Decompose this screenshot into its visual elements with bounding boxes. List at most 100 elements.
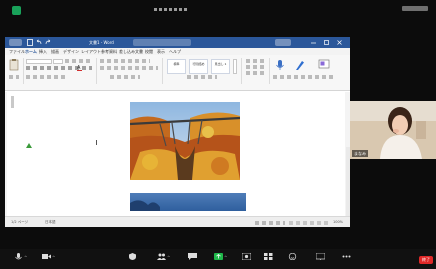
more-icon xyxy=(342,255,351,258)
ribbon-tabs: ファイル ホーム 挿入 描画 デザイン レイアウト 参考資料 差し込み文書 校閲… xyxy=(5,48,350,55)
video-options-chevron-icon[interactable]: ^ xyxy=(52,255,55,260)
divider xyxy=(269,58,270,84)
account-name[interactable] xyxy=(275,39,291,46)
security-button[interactable] xyxy=(128,253,140,265)
style-heading-1-label: 見出し 1 xyxy=(214,62,227,66)
reactions-button[interactable] xyxy=(288,253,300,265)
alignment-buttons[interactable] xyxy=(100,66,158,70)
autosave-toggle[interactable] xyxy=(9,39,22,46)
replace-button[interactable] xyxy=(246,65,264,69)
font-name-select[interactable] xyxy=(26,59,52,64)
search-box[interactable] xyxy=(133,39,191,46)
font-group-label xyxy=(26,75,66,79)
maximize-icon[interactable] xyxy=(324,40,329,45)
font-size-buttons[interactable] xyxy=(65,59,91,63)
whiteboard-icon xyxy=(316,253,325,260)
undo-icon[interactable] xyxy=(36,39,42,46)
home-ribbon: A 標準 行間詰め 見出し 1 xyxy=(5,55,350,91)
microphone-icon xyxy=(15,253,22,260)
participant-video[interactable]: まなみ xyxy=(350,101,436,159)
record-button[interactable] xyxy=(242,253,258,265)
second-photo[interactable] xyxy=(130,193,246,211)
participants-icon xyxy=(157,253,166,260)
meeting-info[interactable] xyxy=(154,8,188,11)
tab-mailings[interactable]: 差し込み文書 xyxy=(119,49,143,54)
styles-group-label xyxy=(187,75,217,79)
participants-chevron-icon[interactable]: ^ xyxy=(167,255,170,260)
tab-file[interactable]: ファイル xyxy=(9,49,25,54)
view-button[interactable] xyxy=(402,6,428,11)
font-format-buttons[interactable] xyxy=(26,66,92,70)
style-no-spacing-label: 行間詰め xyxy=(192,62,205,66)
redo-icon[interactable] xyxy=(45,39,51,46)
apps-button[interactable] xyxy=(264,253,274,265)
view-mode-buttons[interactable] xyxy=(255,221,285,225)
video-button[interactable]: ^ xyxy=(42,253,58,265)
style-heading-1[interactable]: 見出し 1 xyxy=(211,59,230,74)
camera-icon xyxy=(42,254,51,259)
tab-draw[interactable]: 描画 xyxy=(51,49,59,54)
second-image xyxy=(130,200,160,211)
tab-home[interactable]: ホーム xyxy=(25,49,37,54)
style-normal-label: 標準 xyxy=(173,62,180,66)
style-normal[interactable]: 標準 xyxy=(167,59,186,74)
end-meeting-button[interactable]: 終了 xyxy=(419,256,433,264)
paragraph-group-label xyxy=(110,75,140,79)
chat-button[interactable] xyxy=(188,253,200,265)
document-canvas xyxy=(5,92,350,227)
zoom-slider[interactable] xyxy=(289,221,329,225)
language-status[interactable]: 日本語 xyxy=(45,220,56,225)
share-screen-button[interactable]: ^ xyxy=(214,253,230,265)
participants-button[interactable]: ^ xyxy=(157,253,173,265)
word-status-bar: 1/2 ページ 日本語 100% xyxy=(5,216,350,227)
word-title-bar: 文書1 - Word xyxy=(5,37,350,48)
save-icon[interactable] xyxy=(27,39,33,46)
divider xyxy=(162,58,163,84)
tab-review[interactable]: 校閲 xyxy=(145,49,153,54)
tab-view[interactable]: 表示 xyxy=(157,49,165,54)
apps-icon xyxy=(264,253,273,260)
share-options-chevron-icon[interactable]: ^ xyxy=(224,255,227,260)
document-page[interactable] xyxy=(7,92,345,216)
paste-icon[interactable] xyxy=(9,59,19,71)
font-color-icon[interactable]: A xyxy=(77,65,82,71)
minimize-icon[interactable] xyxy=(311,40,316,45)
styles-more-button[interactable] xyxy=(233,59,237,74)
left-ruler xyxy=(11,96,14,108)
divider xyxy=(23,58,24,84)
close-icon[interactable] xyxy=(337,40,342,45)
tab-insert[interactable]: 挿入 xyxy=(39,49,47,54)
mute-options-chevron-icon[interactable]: ^ xyxy=(24,255,27,260)
tab-help[interactable]: ヘルプ xyxy=(169,49,181,54)
security-shield-icon[interactable] xyxy=(12,6,21,15)
mute-button[interactable]: ^ xyxy=(14,253,30,265)
participant-name: まなみ xyxy=(352,150,368,157)
font-size-select[interactable] xyxy=(53,59,63,64)
designer-icon[interactable] xyxy=(318,59,330,71)
vertical-scrollbar[interactable] xyxy=(346,147,350,227)
find-button[interactable] xyxy=(246,59,264,63)
green-cursor-mark xyxy=(26,143,32,148)
page-count: 1/2 ページ xyxy=(11,220,29,224)
dictate-icon[interactable] xyxy=(275,59,285,71)
tab-references[interactable]: 参考資料 xyxy=(101,49,117,54)
text-cursor xyxy=(96,140,97,145)
zoom-level[interactable]: 100% xyxy=(333,220,343,225)
tab-design[interactable]: デザイン xyxy=(63,49,79,54)
record-icon xyxy=(242,253,251,260)
meeting-top-bar xyxy=(0,0,436,20)
shared-screen-word-window: 文書1 - Word ファイル ホーム 挿入 描画 デザイン レイアウト 参考資… xyxy=(5,37,350,227)
voice-editor-labels xyxy=(273,75,333,79)
share-screen-icon xyxy=(214,253,223,260)
autumn-bridge-photo[interactable] xyxy=(130,102,240,180)
tab-layout[interactable]: レイアウト xyxy=(81,49,101,54)
select-button[interactable] xyxy=(246,71,264,75)
style-no-spacing[interactable]: 行間詰め xyxy=(189,59,208,74)
autumn-bridge-image xyxy=(130,102,240,180)
editor-icon[interactable] xyxy=(295,59,305,71)
document-title: 文書1 - Word xyxy=(89,40,114,45)
shield-icon xyxy=(129,253,136,260)
list-buttons[interactable] xyxy=(100,59,150,63)
whiteboard-button[interactable] xyxy=(316,253,328,265)
more-button[interactable] xyxy=(342,253,354,265)
